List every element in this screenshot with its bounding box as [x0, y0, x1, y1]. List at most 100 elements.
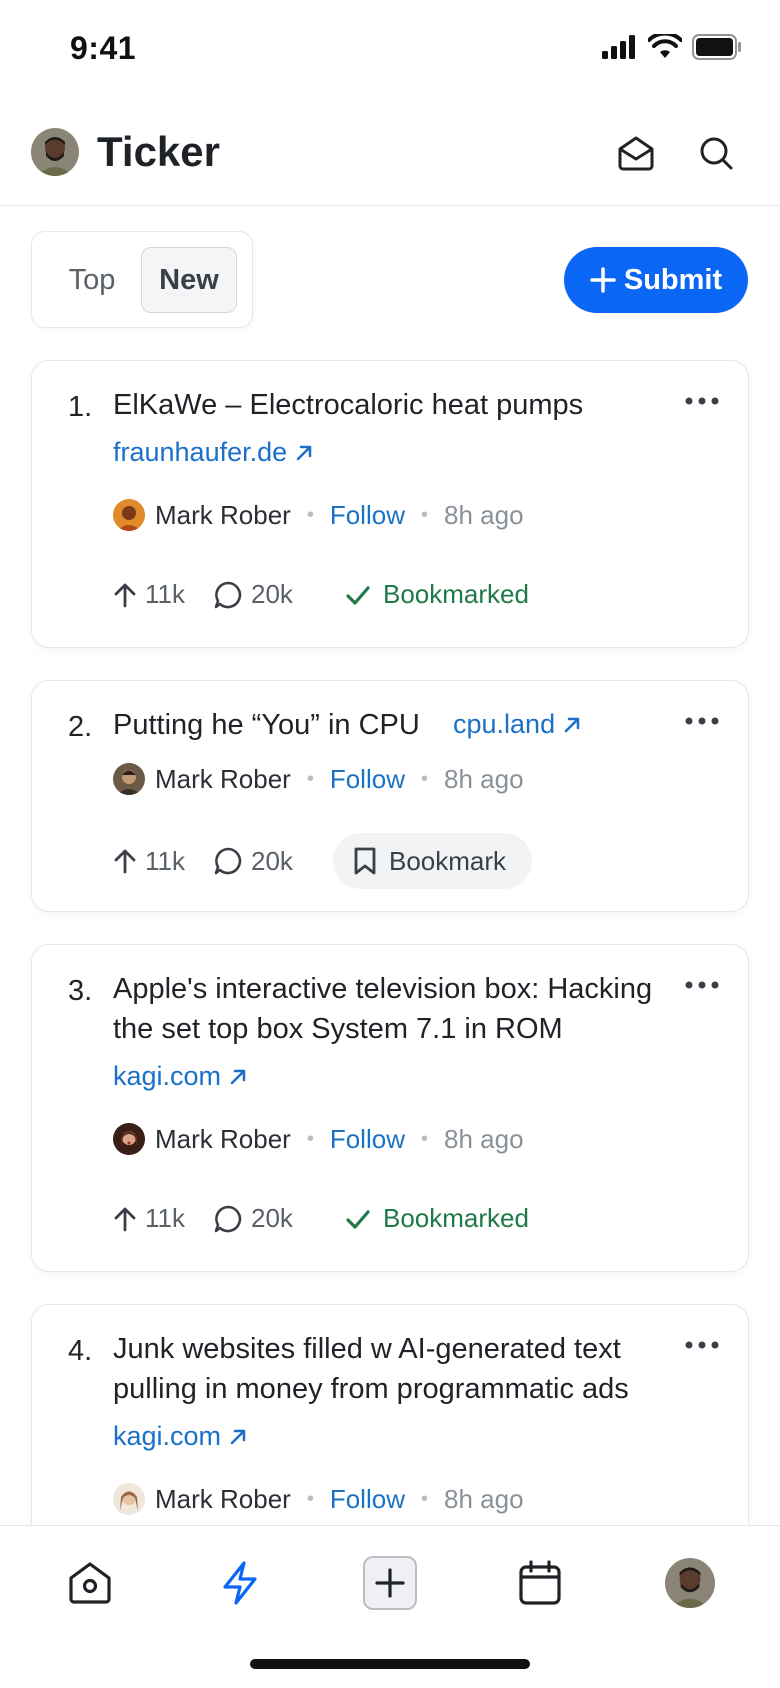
separator-dot: • — [420, 1127, 428, 1150]
separator-dot: • — [306, 503, 314, 526]
post-time: 8h ago — [444, 1483, 524, 1514]
post-meta: Mark Rober • Follow • 8h ago — [113, 1483, 524, 1515]
post-time: 8h ago — [444, 499, 524, 530]
ellipsis-icon — [685, 1341, 719, 1349]
comment-count: 20k — [251, 579, 293, 609]
author-avatar[interactable] — [113, 1483, 145, 1515]
separator-dot: • — [420, 1487, 428, 1510]
upvote-button[interactable]: 11k — [113, 579, 209, 610]
more-options-button[interactable] — [678, 969, 726, 1001]
post-meta: Mark Rober • Follow • 8h ago — [113, 763, 524, 795]
post-actions: 11k 20k Bookmark — [113, 833, 533, 889]
follow-button[interactable]: Follow — [330, 500, 405, 531]
tab-profile[interactable] — [660, 1553, 720, 1613]
bookmarked-button[interactable]: Bookmarked — [345, 1203, 529, 1234]
separator-dot: • — [306, 1487, 314, 1510]
external-link-icon — [296, 445, 312, 460]
page-title: Ticker — [97, 128, 220, 175]
status-icons — [602, 34, 742, 60]
comment-bubble-icon — [214, 1205, 242, 1232]
upvote-count: 11k — [145, 579, 185, 609]
more-options-button[interactable] — [678, 385, 726, 417]
tab-calendar[interactable] — [510, 1553, 570, 1613]
author-avatar[interactable] — [113, 1123, 145, 1155]
submit-button[interactable]: Submit — [564, 247, 748, 313]
comment-bubble-icon — [214, 581, 242, 608]
bookmarked-button[interactable]: Bookmarked — [345, 579, 529, 610]
plus-square-icon — [363, 1556, 417, 1610]
post-title-line: Apple's interactive television box: Hack… — [113, 973, 653, 1005]
author-avatar[interactable] — [113, 763, 145, 795]
post-title-line: Junk websites filled w AI-generated text — [113, 1333, 621, 1365]
bookmark-button[interactable]: Bookmark — [333, 833, 533, 889]
tab-trending[interactable] — [210, 1553, 270, 1613]
post-domain-link[interactable]: cpu.land — [453, 709, 581, 740]
checkmark-icon — [346, 1209, 370, 1229]
post-number: 4. — [68, 1335, 93, 1367]
post-title-line: the set top box System 7.1 in ROM — [113, 1013, 563, 1045]
search-icon — [700, 137, 733, 170]
separator-dot: • — [420, 503, 428, 526]
post-number: 2. — [68, 711, 93, 743]
author-name[interactable]: Mark Rober — [155, 500, 291, 531]
wifi-icon — [648, 34, 682, 58]
author-name[interactable]: Mark Rober — [155, 764, 291, 795]
status-bar: 9:41 — [0, 0, 780, 100]
comments-button[interactable]: 20k — [213, 846, 333, 877]
author-name[interactable]: Mark Rober — [155, 1484, 291, 1515]
battery-icon — [692, 34, 741, 60]
external-link-icon — [230, 1069, 246, 1084]
post-meta: Mark Rober • Follow • 8h ago — [113, 499, 524, 531]
home-indicator — [250, 1659, 530, 1669]
post-meta: Mark Rober • Follow • 8h ago — [113, 1123, 524, 1155]
tab-home[interactable] — [60, 1553, 120, 1613]
post-title[interactable]: ElKaWe – Electrocaloric heat pumps — [113, 385, 673, 425]
upvote-count: 11k — [145, 1203, 185, 1233]
post-domain-link[interactable]: fraunhaufer.de — [113, 437, 313, 468]
author-name[interactable]: Mark Rober — [155, 1124, 291, 1155]
envelope-open-icon — [618, 136, 654, 171]
bookmark-label: Bookmark — [389, 845, 507, 876]
comment-count: 20k — [251, 845, 293, 876]
post-title[interactable]: Putting he “You” in CPU — [113, 705, 420, 745]
upvote-button[interactable]: 11k — [113, 1203, 209, 1234]
post-title[interactable]: Apple's interactive television box: Hack… — [113, 969, 713, 1049]
calendar-icon — [519, 1560, 561, 1605]
user-avatar[interactable] — [31, 128, 79, 176]
profile-avatar — [665, 1558, 715, 1608]
comments-button[interactable]: 20k — [213, 1203, 333, 1234]
arrow-up-icon — [114, 849, 136, 874]
post-card: 2. Putting he “You” in CPU cpu.land Mark… — [31, 680, 749, 912]
tab-create[interactable] — [360, 1553, 420, 1613]
post-time: 8h ago — [444, 1123, 524, 1154]
bookmark-label: Bookmarked — [383, 579, 529, 609]
separator-dot: • — [306, 1127, 314, 1150]
inbox-button[interactable] — [613, 130, 659, 176]
post-domain-link[interactable]: kagi.com — [113, 1421, 247, 1452]
plus-icon — [590, 267, 616, 293]
bookmark-label: Bookmarked — [383, 1203, 529, 1233]
separator-dot: • — [420, 767, 428, 790]
post-domain: cpu.land — [453, 709, 556, 739]
ellipsis-icon — [685, 717, 719, 725]
tab-top[interactable]: Top — [46, 247, 138, 313]
external-link-icon — [564, 717, 580, 732]
post-domain-link[interactable]: kagi.com — [113, 1061, 247, 1092]
more-options-button[interactable] — [678, 1329, 726, 1361]
follow-button[interactable]: Follow — [330, 1124, 405, 1155]
tab-new[interactable]: New — [141, 247, 237, 313]
upvote-button[interactable]: 11k — [113, 846, 209, 877]
author-avatar[interactable] — [113, 499, 145, 531]
comments-button[interactable]: 20k — [213, 579, 333, 610]
ellipsis-icon — [685, 981, 719, 989]
search-button[interactable] — [693, 130, 739, 176]
post-actions: 11k 20k Bookmarked — [113, 579, 529, 610]
arrow-up-icon — [114, 1207, 136, 1231]
post-title[interactable]: Junk websites filled w AI-generated text… — [113, 1329, 713, 1409]
follow-button[interactable]: Follow — [330, 764, 405, 795]
post-number: 1. — [68, 391, 93, 423]
post-time: 8h ago — [444, 763, 524, 794]
more-options-button[interactable] — [678, 705, 726, 737]
separator-dot: • — [306, 767, 314, 790]
follow-button[interactable]: Follow — [330, 1484, 405, 1515]
